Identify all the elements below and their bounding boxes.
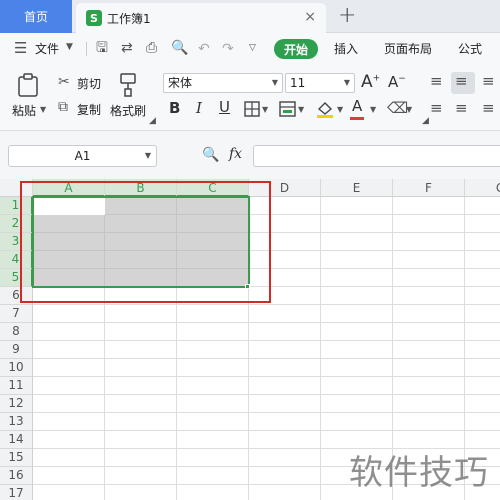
paste-icon[interactable] xyxy=(17,73,39,97)
fill-color-icon[interactable] xyxy=(315,99,335,119)
chevron-down-icon[interactable]: ▼ xyxy=(370,106,376,114)
formula-input[interactable] xyxy=(253,145,500,167)
spreadsheet-file-icon: S xyxy=(86,10,102,26)
insert-function-icon[interactable]: fx xyxy=(229,147,242,161)
row-gridline xyxy=(33,304,500,305)
row-header-16[interactable]: 16 xyxy=(0,467,33,485)
align-center-icon[interactable]: ≡ xyxy=(455,101,468,116)
print-icon[interactable]: ⎙ xyxy=(146,41,157,55)
undo-icon[interactable]: ↶ xyxy=(198,42,210,56)
font-expand-icon[interactable]: ◢ xyxy=(422,117,429,126)
row-gridline xyxy=(33,412,500,413)
annotation-rectangle xyxy=(20,181,271,303)
menu-page-layout[interactable]: 页面布局 xyxy=(384,40,432,57)
ribbon: 粘贴 ▼ ✂ 剪切 ⧉ 复制 格式刷 ◢ 宋体 ▼ 11 ▼ A+ A− B I… xyxy=(0,65,500,131)
row-header-8[interactable]: 8 xyxy=(0,323,33,341)
align-right-icon[interactable]: ≡ xyxy=(482,101,495,116)
column-header-g[interactable]: G xyxy=(465,179,500,197)
tab-workbook[interactable]: S 工作簿1 × xyxy=(76,3,326,33)
column-header-f[interactable]: F xyxy=(393,179,465,197)
font-color-swatch xyxy=(350,117,364,120)
align-left-icon[interactable]: ≡ xyxy=(430,101,443,116)
paste-button[interactable]: 粘贴 xyxy=(12,102,36,119)
column-gridline xyxy=(320,197,321,500)
zoom-icon[interactable]: 🔍 xyxy=(202,148,219,162)
name-box-value: A1 xyxy=(74,149,91,163)
row-gridline xyxy=(33,394,500,395)
row-header-15[interactable]: 15 xyxy=(0,449,33,467)
clipboard-expand-icon[interactable]: ◢ xyxy=(149,117,156,126)
menu-formula[interactable]: 公式 xyxy=(458,40,482,57)
borders-icon[interactable] xyxy=(244,101,260,117)
decrease-font-size-icon[interactable]: A− xyxy=(388,75,406,90)
menu-start[interactable]: 开始 xyxy=(274,39,318,59)
print-preview-icon[interactable]: 🔍 xyxy=(171,41,188,55)
italic-button[interactable]: I xyxy=(196,101,202,116)
formula-bar: A1 ▼ 🔍 fx xyxy=(0,131,500,179)
row-header-13[interactable]: 13 xyxy=(0,413,33,431)
divider xyxy=(86,42,87,56)
chevron-down-icon: ▼ xyxy=(343,78,350,87)
scissors-icon[interactable]: ✂ xyxy=(58,75,70,89)
export-icon[interactable]: ⇄ xyxy=(121,41,133,55)
chevron-down-icon[interactable]: ▼ xyxy=(406,106,412,114)
chevron-down-icon[interactable]: ▼ xyxy=(262,106,268,114)
row-header-7[interactable]: 7 xyxy=(0,305,33,323)
watermark-text: 软件技巧 xyxy=(349,453,489,493)
row-gridline xyxy=(33,322,500,323)
format-painter-button[interactable]: 格式刷 xyxy=(110,102,146,119)
tab-workbook-label: 工作簿1 xyxy=(107,11,151,26)
font-size-select[interactable]: 11 ▼ xyxy=(285,73,355,93)
row-gridline xyxy=(33,358,500,359)
paste-dropdown-icon[interactable]: ▼ xyxy=(40,106,46,114)
cell-style-icon[interactable] xyxy=(279,101,296,117)
save-icon[interactable]: 🖫 xyxy=(96,41,108,55)
copy-button[interactable]: 复制 xyxy=(77,101,101,118)
menu-insert[interactable]: 插入 xyxy=(334,40,358,57)
bold-button[interactable]: B xyxy=(169,101,180,116)
name-box[interactable]: A1 ▼ xyxy=(8,145,157,167)
hamburger-menu-icon[interactable]: ☰ xyxy=(14,41,27,56)
chevron-down-icon[interactable]: ▼ xyxy=(298,106,304,114)
font-name-value: 宋体 xyxy=(168,76,193,90)
column-header-e[interactable]: E xyxy=(321,179,393,197)
font-color-button[interactable]: A xyxy=(352,99,362,114)
row-header-17[interactable]: 17 xyxy=(0,485,33,500)
align-middle-icon[interactable]: ≡ xyxy=(455,74,468,89)
row-header-10[interactable]: 10 xyxy=(0,359,33,377)
row-header-12[interactable]: 12 xyxy=(0,395,33,413)
row-gridline xyxy=(33,340,500,341)
align-top-icon[interactable]: ≡ xyxy=(430,74,443,89)
cut-button[interactable]: 剪切 xyxy=(77,75,101,92)
format-painter-icon[interactable] xyxy=(118,73,138,97)
redo-icon[interactable]: ↷ xyxy=(222,42,234,56)
close-icon[interactable]: × xyxy=(304,9,316,25)
row-header-9[interactable]: 9 xyxy=(0,341,33,359)
spreadsheet-grid[interactable]: ABCDEFG 1234567891011121314151617 软件技巧 xyxy=(0,179,500,500)
font-size-value: 11 xyxy=(290,76,306,90)
quick-access-dropdown-icon[interactable]: ▽ xyxy=(249,44,256,53)
chevron-down-icon: ▼ xyxy=(271,78,278,87)
chevron-down-icon: ▼ xyxy=(144,151,151,160)
chevron-down-icon[interactable]: ▼ xyxy=(337,106,343,114)
tab-bar: 首页 S 工作簿1 × + xyxy=(0,0,500,33)
increase-font-size-icon[interactable]: A+ xyxy=(361,74,380,91)
underline-button[interactable]: U xyxy=(219,100,230,115)
menu-bar: ☰ 文件 ▼ 🖫 ⇄ ⎙ 🔍 ↶ ↷ ▽ 开始 插入 页面布局 公式 xyxy=(0,33,500,65)
copy-icon[interactable]: ⧉ xyxy=(58,100,68,114)
tab-home[interactable]: 首页 xyxy=(0,0,72,33)
font-name-select[interactable]: 宋体 ▼ xyxy=(163,73,283,93)
row-gridline xyxy=(33,376,500,377)
row-header-14[interactable]: 14 xyxy=(0,431,33,449)
row-header-11[interactable]: 11 xyxy=(0,377,33,395)
row-gridline xyxy=(33,430,500,431)
chevron-down-icon[interactable]: ▼ xyxy=(66,43,73,52)
new-tab-button[interactable]: + xyxy=(338,3,356,28)
menu-file[interactable]: 文件 xyxy=(35,40,59,57)
align-bottom-icon[interactable]: ≡ xyxy=(482,74,495,89)
